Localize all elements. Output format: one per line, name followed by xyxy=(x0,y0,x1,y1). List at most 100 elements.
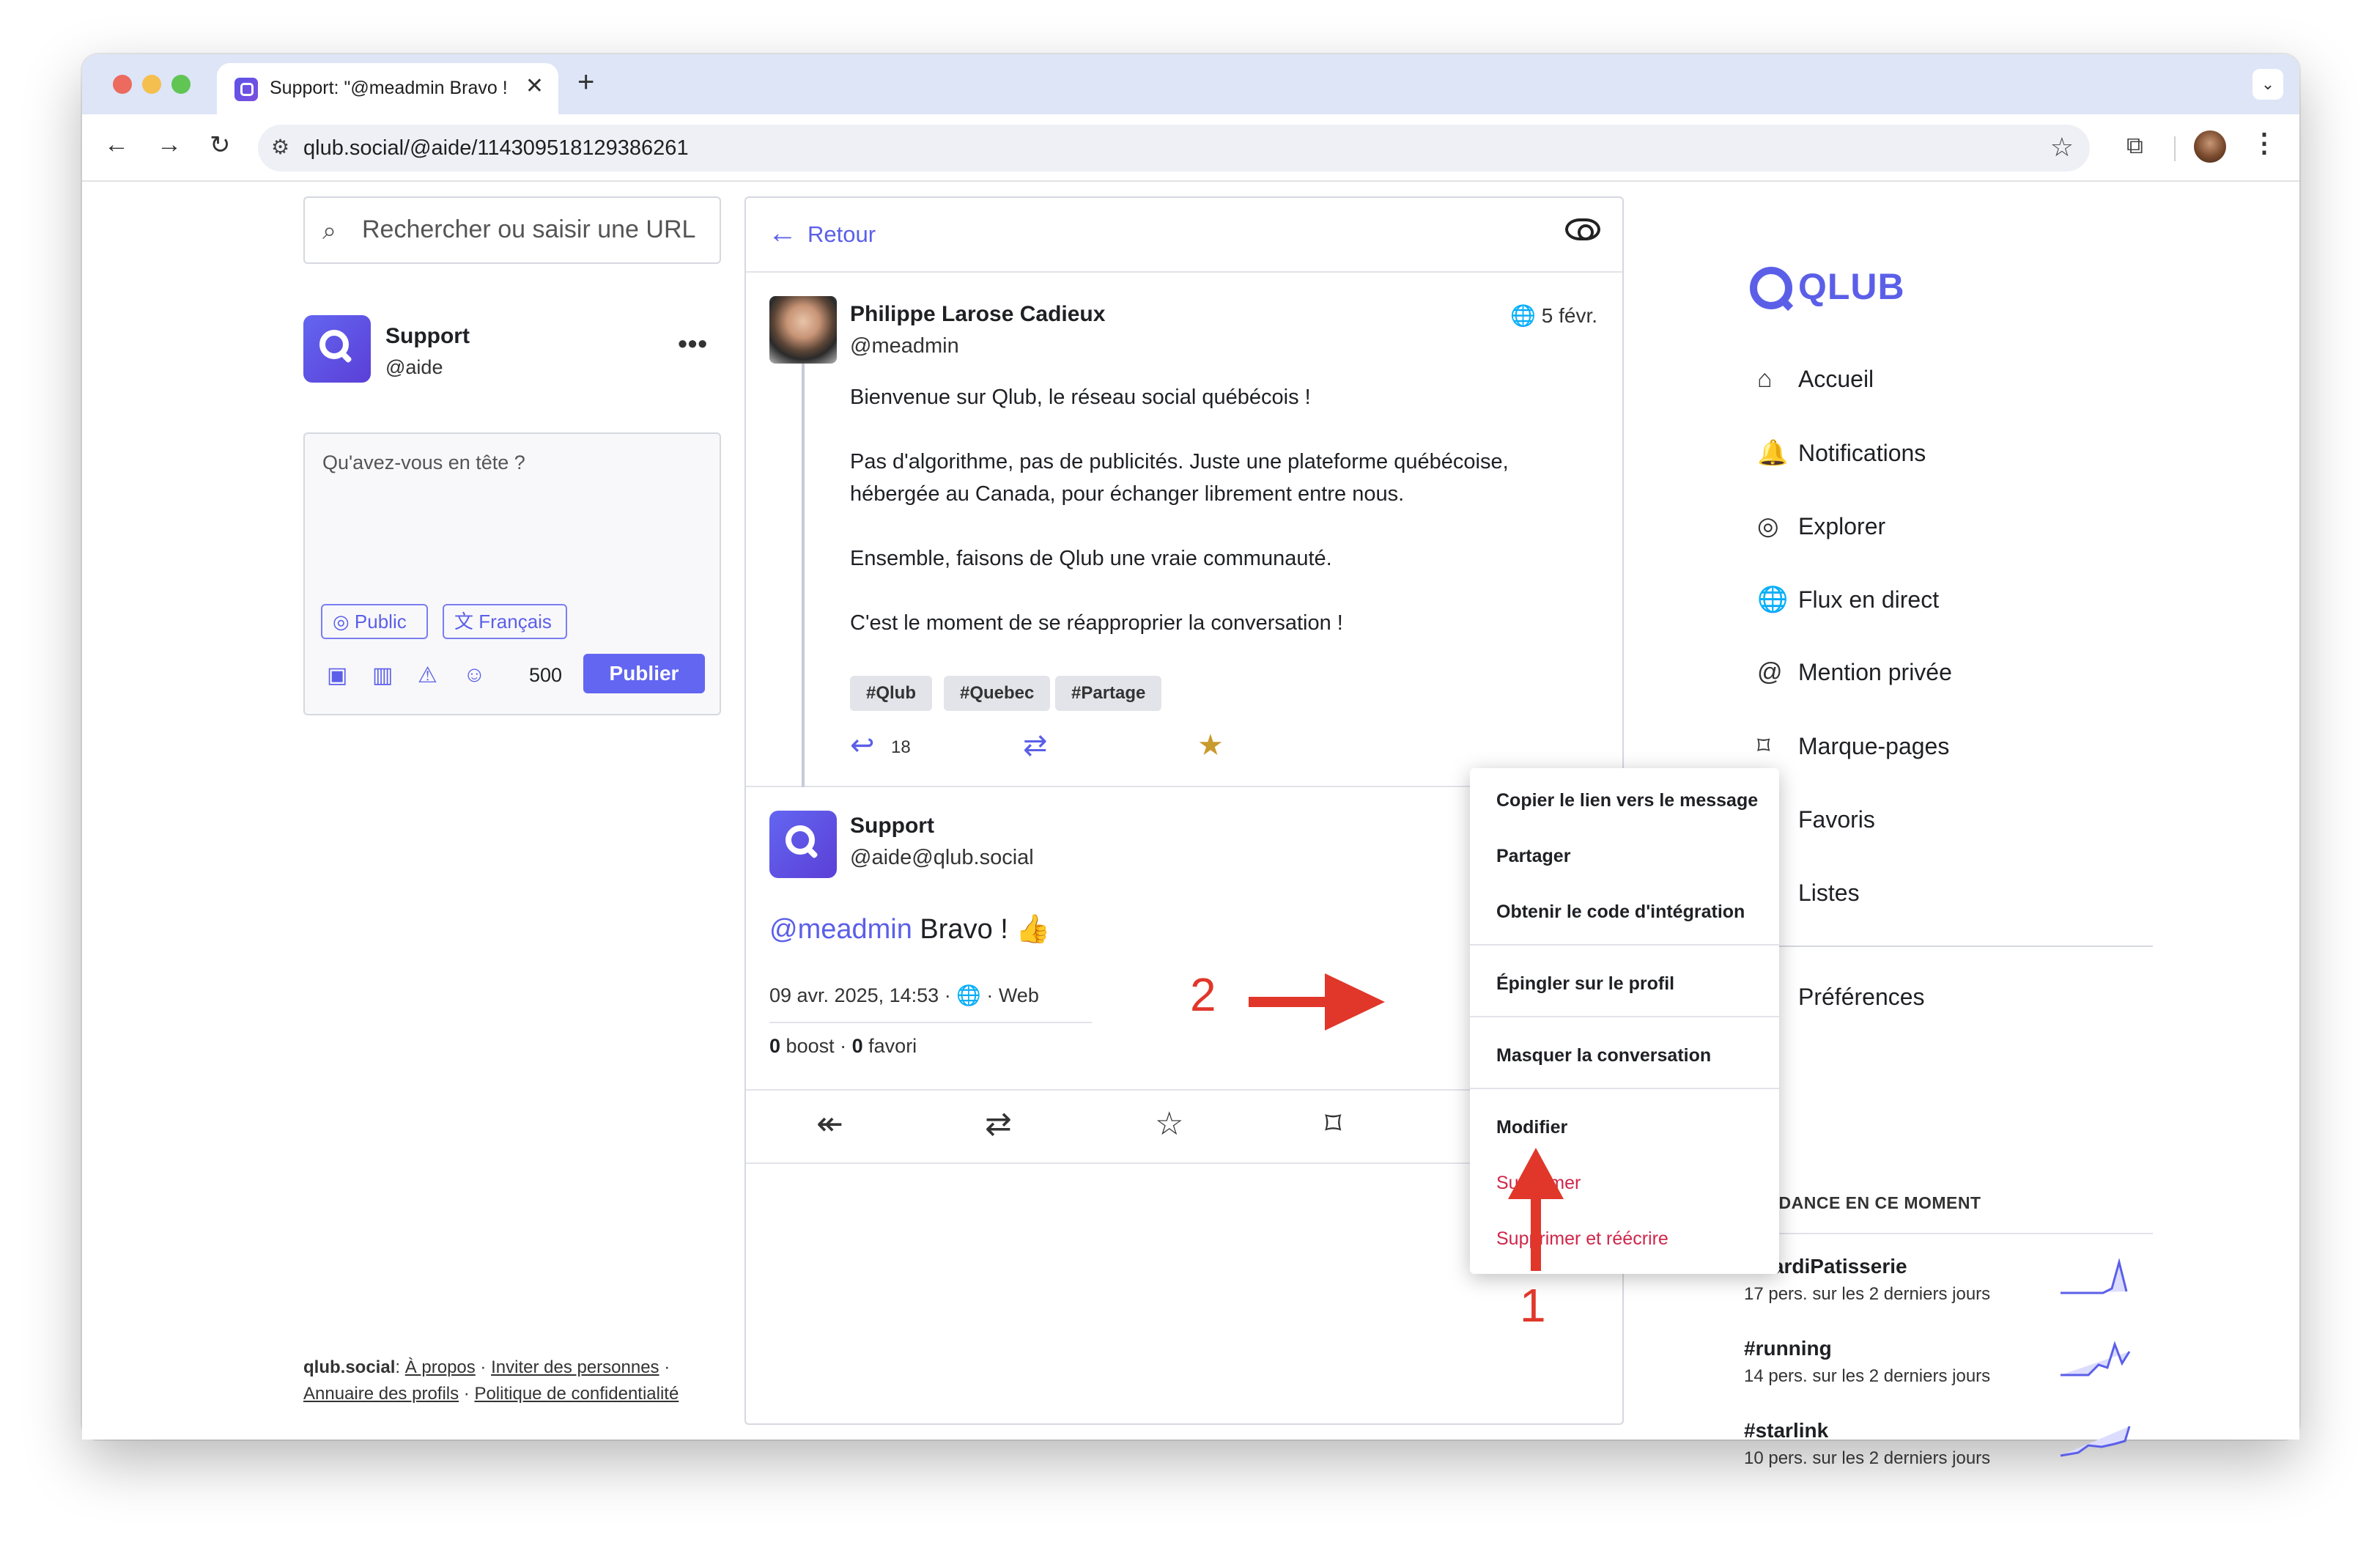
author-avatar[interactable] xyxy=(769,811,837,878)
nav-notifications[interactable]: 🔔 Notifications xyxy=(1757,438,1926,468)
tab-search-icon[interactable]: ⌄ xyxy=(2252,69,2283,100)
forward-icon[interactable]: → xyxy=(157,130,182,159)
boost-icon[interactable]: ⇄ xyxy=(985,1105,1012,1143)
bookmark-icon: ⌑ xyxy=(1757,732,1770,760)
nav-live-feed[interactable]: 🌐 Flux en direct xyxy=(1757,585,1939,614)
boost-icon[interactable]: ⇄ xyxy=(1023,729,1048,762)
at-icon: @ xyxy=(1757,658,1783,686)
nav-home[interactable]: ⌂ Accueil xyxy=(1757,365,1874,394)
account-menu-icon[interactable]: ••• xyxy=(678,328,708,359)
menu-separator xyxy=(1470,1016,1779,1017)
invite-link[interactable]: Inviter des personnes xyxy=(491,1357,659,1377)
qlub-logo-icon[interactable] xyxy=(1750,267,1792,309)
trending-item[interactable]: #MardiPatisserie 17 pers. sur les 2 dern… xyxy=(1744,1255,2154,1321)
trending-heading: TENDANCE EN CE MOMENT xyxy=(1744,1193,1981,1212)
menu-separator xyxy=(1470,1088,1779,1089)
bell-icon: 🔔 xyxy=(1757,439,1789,467)
trend-tag[interactable]: #running xyxy=(1744,1337,1832,1360)
address-bar[interactable]: ⚙ qlub.social/@aide/114309518129386261 ☆ xyxy=(258,125,2090,172)
bookmark-icon[interactable]: ⌑ xyxy=(1325,1105,1342,1143)
post-actions: ↩ 18 ⇄ ★ xyxy=(850,729,1363,773)
language-button[interactable]: 文 Français xyxy=(443,604,567,639)
trend-tag[interactable]: #starlink xyxy=(1744,1419,1828,1442)
account-handle: @aide xyxy=(385,356,443,378)
publish-button[interactable]: Publier xyxy=(583,654,705,693)
add-media-icon[interactable]: ▣ xyxy=(327,663,347,688)
visibility-label: Public xyxy=(354,611,407,633)
annotation-step-2: 2 xyxy=(1190,968,1216,1021)
logo-text[interactable]: QLUB xyxy=(1798,265,1905,308)
reply-icon[interactable]: ↩ xyxy=(850,729,875,762)
star-icon[interactable]: ☆ xyxy=(1155,1105,1183,1143)
compose-textarea[interactable]: Qu'avez-vous en tête ? xyxy=(322,452,525,474)
nav-explore[interactable]: ◎ Explorer xyxy=(1757,512,1885,541)
boost-label[interactable]: boost xyxy=(786,1035,835,1057)
privacy-link[interactable]: Politique de confidentialité xyxy=(474,1384,679,1404)
hashtag[interactable]: #Partage xyxy=(1055,676,1162,711)
visibility-button[interactable]: ◎ Public xyxy=(321,604,428,639)
minimize-window-button[interactable] xyxy=(142,75,161,94)
qlub-favicon-icon xyxy=(234,78,258,101)
url-text[interactable]: qlub.social/@aide/114309518129386261 xyxy=(303,136,689,161)
reload-icon[interactable]: ↻ xyxy=(210,130,231,160)
mention-link[interactable]: @meadmin xyxy=(769,914,912,945)
close-window-button[interactable] xyxy=(113,75,132,94)
thread-line xyxy=(802,362,805,787)
annotation-arrow-right xyxy=(1249,973,1385,1031)
embed-item[interactable]: Obtenir le code d'intégration xyxy=(1496,902,1745,923)
trending-item[interactable]: #running 14 pers. sur les 2 derniers jou… xyxy=(1744,1337,2154,1403)
nav-preferences[interactable]: ⚙Préférences xyxy=(1757,982,1925,1011)
compass-icon: ◎ xyxy=(1757,512,1779,540)
edit-item[interactable]: Modifier xyxy=(1496,1117,1567,1138)
author-avatar[interactable] xyxy=(769,296,837,364)
favourite-label[interactable]: favori xyxy=(868,1035,917,1057)
account-avatar[interactable] xyxy=(303,315,371,383)
pin-item[interactable]: Épingler sur le profil xyxy=(1496,973,1674,995)
profile-avatar[interactable] xyxy=(2194,130,2226,163)
hashtag[interactable]: #Qlub xyxy=(850,676,933,711)
about-link[interactable]: À propos xyxy=(405,1357,476,1377)
share-item[interactable]: Partager xyxy=(1496,846,1570,867)
nav-label: Accueil xyxy=(1798,366,1874,392)
emoji-icon[interactable]: ☺ xyxy=(463,663,486,688)
content-warning-icon[interactable]: ⚠ xyxy=(418,663,437,688)
browser-menu-icon[interactable]: ⋮ xyxy=(2251,128,2277,158)
mute-conversation-item[interactable]: Masquer la conversation xyxy=(1496,1045,1711,1066)
back-button[interactable]: Retour xyxy=(808,221,876,248)
search-input[interactable]: ⌕ Rechercher ou saisir une URL xyxy=(303,196,721,264)
close-tab-icon[interactable]: ✕ xyxy=(525,73,544,99)
bookmark-star-icon[interactable]: ☆ xyxy=(2050,132,2074,163)
trend-sparkline xyxy=(2061,1258,2128,1294)
extensions-icon[interactable]: ⧉ xyxy=(2126,132,2143,160)
favourite-star-icon[interactable]: ★ xyxy=(1197,729,1224,762)
author-handle[interactable]: @aide@qlub.social xyxy=(850,846,1034,870)
site-settings-icon[interactable]: ⚙ xyxy=(271,135,289,159)
nav-private-mentions[interactable]: @ Mention privée xyxy=(1757,658,1952,687)
paragraph: Ensemble, faisons de Qlub une vraie comm… xyxy=(850,547,1332,570)
post-content: @meadmin Bravo ! 👍 xyxy=(769,913,1051,946)
tab-title: Support: "@meadmin Bravo ! xyxy=(270,78,508,98)
nav-label: Préférences xyxy=(1798,984,1925,1010)
nav-bookmarks[interactable]: ⌑ Marque-pages xyxy=(1757,731,1949,761)
reply-all-icon[interactable]: ↞ xyxy=(816,1105,843,1143)
post-datetime[interactable]: 09 avr. 2025, 14:53 xyxy=(769,984,939,1006)
browser-tab[interactable]: Support: "@meadmin Bravo ! ✕ xyxy=(217,63,558,114)
copy-link-item[interactable]: Copier le lien vers le message xyxy=(1496,790,1758,811)
nav-label: Flux en direct xyxy=(1798,586,1940,613)
directory-link[interactable]: Annuaire des profils xyxy=(303,1384,459,1404)
poll-icon[interactable]: ▥ xyxy=(372,663,393,688)
back-arrow-icon[interactable]: ← xyxy=(768,217,797,250)
hashtag[interactable]: #Quebec xyxy=(944,676,1051,711)
back-icon[interactable]: ← xyxy=(104,130,129,159)
post-date-text: 5 févr. xyxy=(1541,304,1597,327)
author-name[interactable]: Philippe Larose Cadieux xyxy=(850,302,1105,327)
author-name[interactable]: Support xyxy=(850,814,934,838)
new-tab-icon[interactable]: + xyxy=(577,66,594,99)
trending-item[interactable]: #starlink 10 pers. sur les 2 derniers jo… xyxy=(1744,1419,2154,1485)
eye-icon[interactable] xyxy=(1565,218,1600,240)
trend-stats: 17 pers. sur les 2 derniers jours xyxy=(1744,1284,1991,1304)
author-handle[interactable]: @meadmin xyxy=(850,334,959,358)
post-date[interactable]: 🌐 5 févr. xyxy=(1510,303,1597,328)
favourite-count: 0 xyxy=(851,1035,863,1057)
zoom-window-button[interactable] xyxy=(171,75,191,94)
